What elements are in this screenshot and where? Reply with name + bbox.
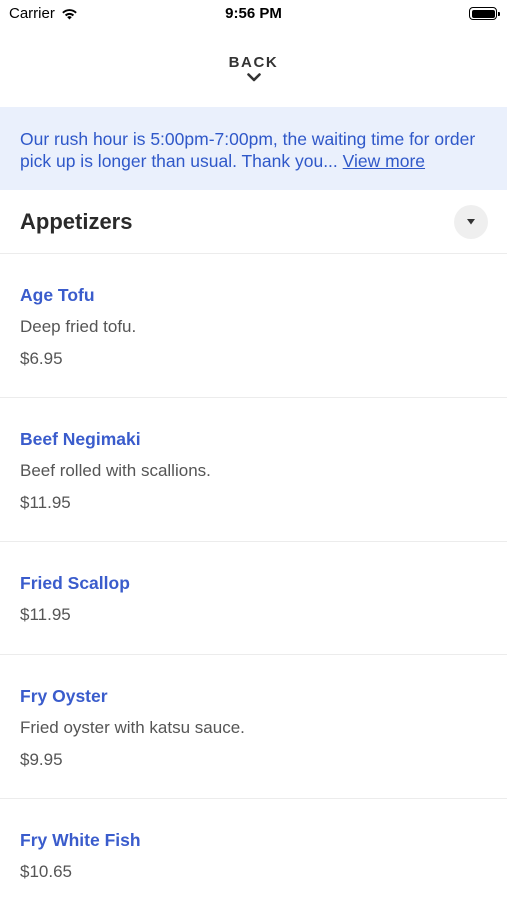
- menu-item[interactable]: Fry White Fish $10.65: [0, 799, 507, 900]
- caret-down-icon: [467, 218, 475, 224]
- section-toggle-button[interactable]: [454, 204, 488, 239]
- item-description: Beef rolled with scallions.: [20, 461, 211, 480]
- item-name: Fried Scallop: [20, 573, 130, 593]
- item-price: $10.65: [20, 862, 72, 881]
- item-price: $9.95: [20, 750, 63, 769]
- status-bar: Carrier 9:56 PM: [0, 0, 507, 30]
- battery-icon: [469, 7, 500, 20]
- item-name: Age Tofu: [20, 285, 95, 305]
- status-time: 9:56 PM: [225, 5, 282, 22]
- menu-item[interactable]: Fried Scallop $11.95: [0, 542, 507, 655]
- item-name: Beef Negimaki: [20, 429, 141, 449]
- menu-item[interactable]: Age Tofu Deep fried tofu. $6.95: [0, 254, 507, 398]
- section-title: Appetizers: [20, 208, 133, 234]
- item-price: $6.95: [20, 349, 63, 368]
- item-description: Fried oyster with katsu sauce.: [20, 718, 245, 737]
- view-more-link[interactable]: View more: [343, 151, 425, 171]
- back-label: BACK: [228, 54, 279, 71]
- back-button[interactable]: BACK: [0, 30, 507, 107]
- battery-fill: [471, 9, 495, 18]
- rush-hour-notice: Our rush hour is 5:00pm-7:00pm, the wait…: [0, 107, 507, 190]
- menu-item[interactable]: Fry Oyster Fried oyster with katsu sauce…: [0, 655, 507, 799]
- item-price: $11.95: [20, 605, 71, 624]
- menu-item[interactable]: Beef Negimaki Beef rolled with scallions…: [0, 398, 507, 542]
- item-name: Fry White Fish: [20, 830, 141, 850]
- item-description: Deep fried tofu.: [20, 317, 137, 336]
- section-header-appetizers: Appetizers: [0, 190, 507, 254]
- item-name: Fry Oyster: [20, 686, 108, 706]
- chevron-down-icon: [246, 73, 261, 82]
- item-price: $11.95: [20, 493, 71, 512]
